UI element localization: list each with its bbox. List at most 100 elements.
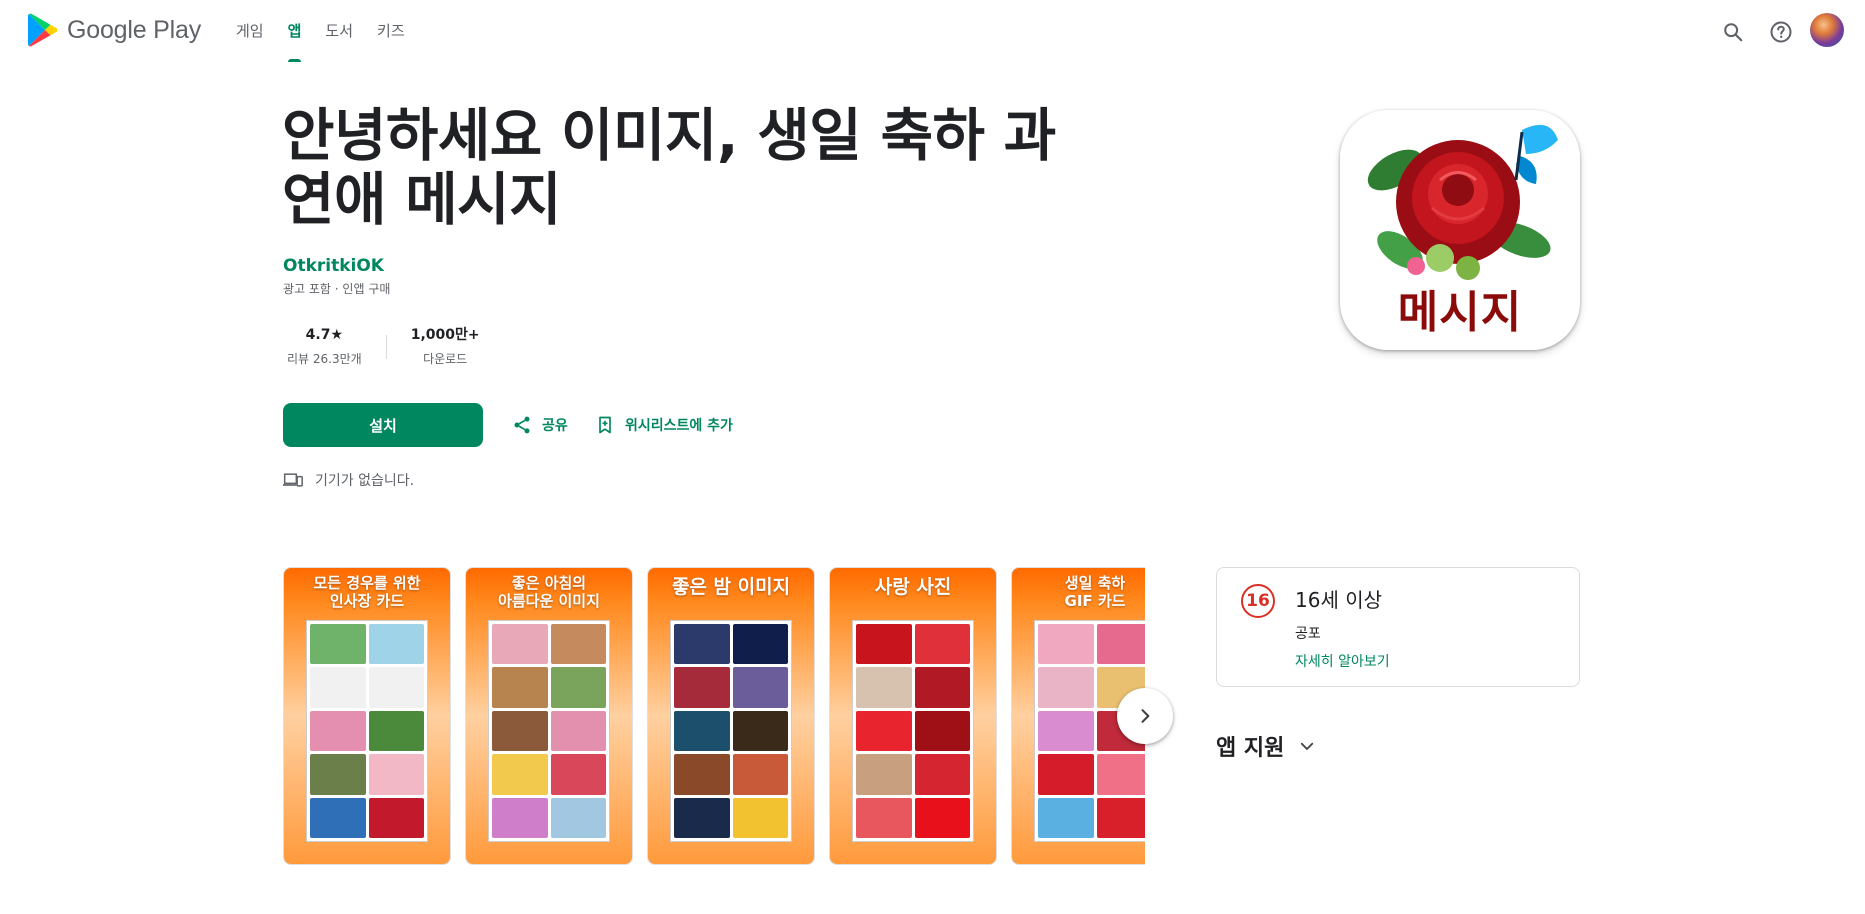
developer-link[interactable]: OtkritkiOK [283, 256, 384, 276]
app-title-line1: 안녕하세요 이미지, 생일 축하 과 [282, 103, 1056, 169]
wishlist-button[interactable]: 위시리스트에 추가 [595, 403, 733, 447]
app-stats: 4.7★ 리뷰 26.3만개 1,000만+ 다운로드 [283, 324, 484, 367]
caption-line2: GIF 카드 [1064, 592, 1126, 610]
downloads-stat: 1,000만+ 다운로드 [407, 324, 484, 367]
thumb [550, 754, 606, 795]
thumb [914, 797, 970, 838]
thumb [674, 667, 730, 708]
thumb [310, 797, 366, 838]
thumb [550, 797, 606, 838]
screenshot-caption: 생일 축하 GIF 카드 [1012, 574, 1145, 610]
caption-line2: 아름다운 이미지 [498, 592, 600, 610]
thumb [492, 797, 548, 838]
age-rating-title: 16세 이상 [1295, 588, 1383, 612]
thumb [492, 754, 548, 795]
app-icon-text: 메시지 [1397, 287, 1523, 338]
rating-descriptor: 공포 [1295, 626, 1321, 642]
thumb [856, 797, 912, 838]
thumb [732, 797, 788, 838]
tab-games[interactable]: 게임 [224, 0, 276, 64]
screenshot-phone-frame [852, 620, 974, 842]
thumb [368, 797, 424, 838]
app-icon: 메시지 [1340, 110, 1580, 350]
stats-divider [385, 335, 387, 359]
age-rating-icon: 16 [1241, 584, 1275, 618]
share-label: 공유 [542, 418, 568, 434]
rating-value: 4.7★ [305, 327, 344, 343]
help-button[interactable] [1763, 14, 1799, 50]
thumb [310, 667, 366, 708]
device-note: 기기가 없습니다. [315, 473, 415, 489]
screenshot-1[interactable]: 모든 경우를 위한 인사장 카드 [283, 567, 451, 865]
app-title-line2: 연애 메시지 [282, 167, 562, 233]
screenshot-carousel: 모든 경우를 위한 인사장 카드 좋은 아침의 아름다운 이미지 좋은 밤 이미… [283, 567, 1145, 865]
app-support-toggle[interactable]: 앱 지원 [1216, 730, 1316, 762]
caption-line1: 모든 경우를 위한 [313, 574, 421, 592]
thumb [550, 667, 606, 708]
brand-name: Google Play [67, 15, 201, 44]
google-play-logo[interactable]: Google Play [28, 11, 201, 49]
wishlist-label: 위시리스트에 추가 [625, 418, 733, 434]
chevron-right-icon [1141, 709, 1150, 723]
thumb [732, 754, 788, 795]
tab-kids[interactable]: 키즈 [365, 0, 417, 64]
app-support-label: 앱 지원 [1216, 736, 1285, 761]
thumb [674, 710, 730, 752]
tab-books[interactable]: 도서 [313, 0, 365, 64]
screenshot-caption: 좋은 아침의 아름다운 이미지 [466, 574, 632, 610]
thumb [732, 667, 788, 708]
install-button[interactable]: 설치 [283, 403, 483, 447]
screenshot-3[interactable]: 좋은 밤 이미지 [647, 567, 815, 865]
caption-line1: 좋은 아침의 [511, 574, 587, 592]
ads-iap-note: 광고 포함 · 인앱 구매 [283, 282, 391, 296]
caption-line1: 생일 축하 [1064, 574, 1126, 592]
thumb [310, 710, 366, 752]
thumb [914, 667, 970, 708]
thumb [674, 797, 730, 838]
thumb [732, 624, 788, 665]
thumb [492, 624, 548, 665]
thumb [1038, 624, 1094, 665]
screenshot-phone-frame [306, 620, 428, 842]
thumb [856, 667, 912, 708]
thumb [914, 710, 970, 752]
thumb [856, 754, 912, 795]
thumb [310, 754, 366, 795]
thumb [856, 710, 912, 752]
downloads-label: 다운로드 [423, 352, 468, 366]
review-count: 리뷰 26.3만개 [287, 352, 362, 366]
thumb [856, 624, 912, 665]
thumb [1096, 624, 1145, 665]
thumb [914, 754, 970, 795]
top-nav: 게임 앱 도서 키즈 [224, 0, 417, 64]
rating-stat: 4.7★ 리뷰 26.3만개 [283, 324, 366, 367]
downloads-value: 1,000만+ [410, 327, 480, 343]
devices-icon [283, 473, 303, 487]
thumb [1038, 710, 1094, 752]
learn-more-link[interactable]: 자세히 알아보기 [1295, 651, 1390, 671]
device-availability: 기기가 없습니다. [283, 470, 414, 490]
help-icon [1770, 21, 1792, 43]
screenshot-caption: 좋은 밤 이미지 [671, 576, 791, 598]
screenshot-phone-frame [488, 620, 610, 842]
screenshot-2[interactable]: 좋은 아침의 아름다운 이미지 [465, 567, 633, 865]
account-avatar[interactable] [1810, 13, 1844, 47]
content-rating-card: 16 16세 이상 공포 자세히 알아보기 [1216, 567, 1580, 687]
share-button[interactable]: 공유 [512, 403, 568, 447]
thumb [1096, 797, 1145, 838]
screenshot-caption: 사랑 사진 [874, 576, 952, 598]
bookmark-add-icon [599, 416, 611, 434]
thumb [368, 624, 424, 665]
carousel-next-button[interactable] [1117, 688, 1173, 744]
thumb [492, 710, 548, 752]
thumb [492, 667, 548, 708]
screenshot-phone-frame [670, 620, 792, 842]
screenshot-4[interactable]: 사랑 사진 [829, 567, 997, 865]
tab-apps[interactable]: 앱 [276, 0, 314, 64]
search-icon [1724, 23, 1743, 42]
thumb [550, 710, 606, 752]
search-button[interactable] [1715, 14, 1751, 50]
thumb [368, 754, 424, 795]
chevron-down-icon [1301, 742, 1314, 750]
thumb [1096, 754, 1145, 795]
